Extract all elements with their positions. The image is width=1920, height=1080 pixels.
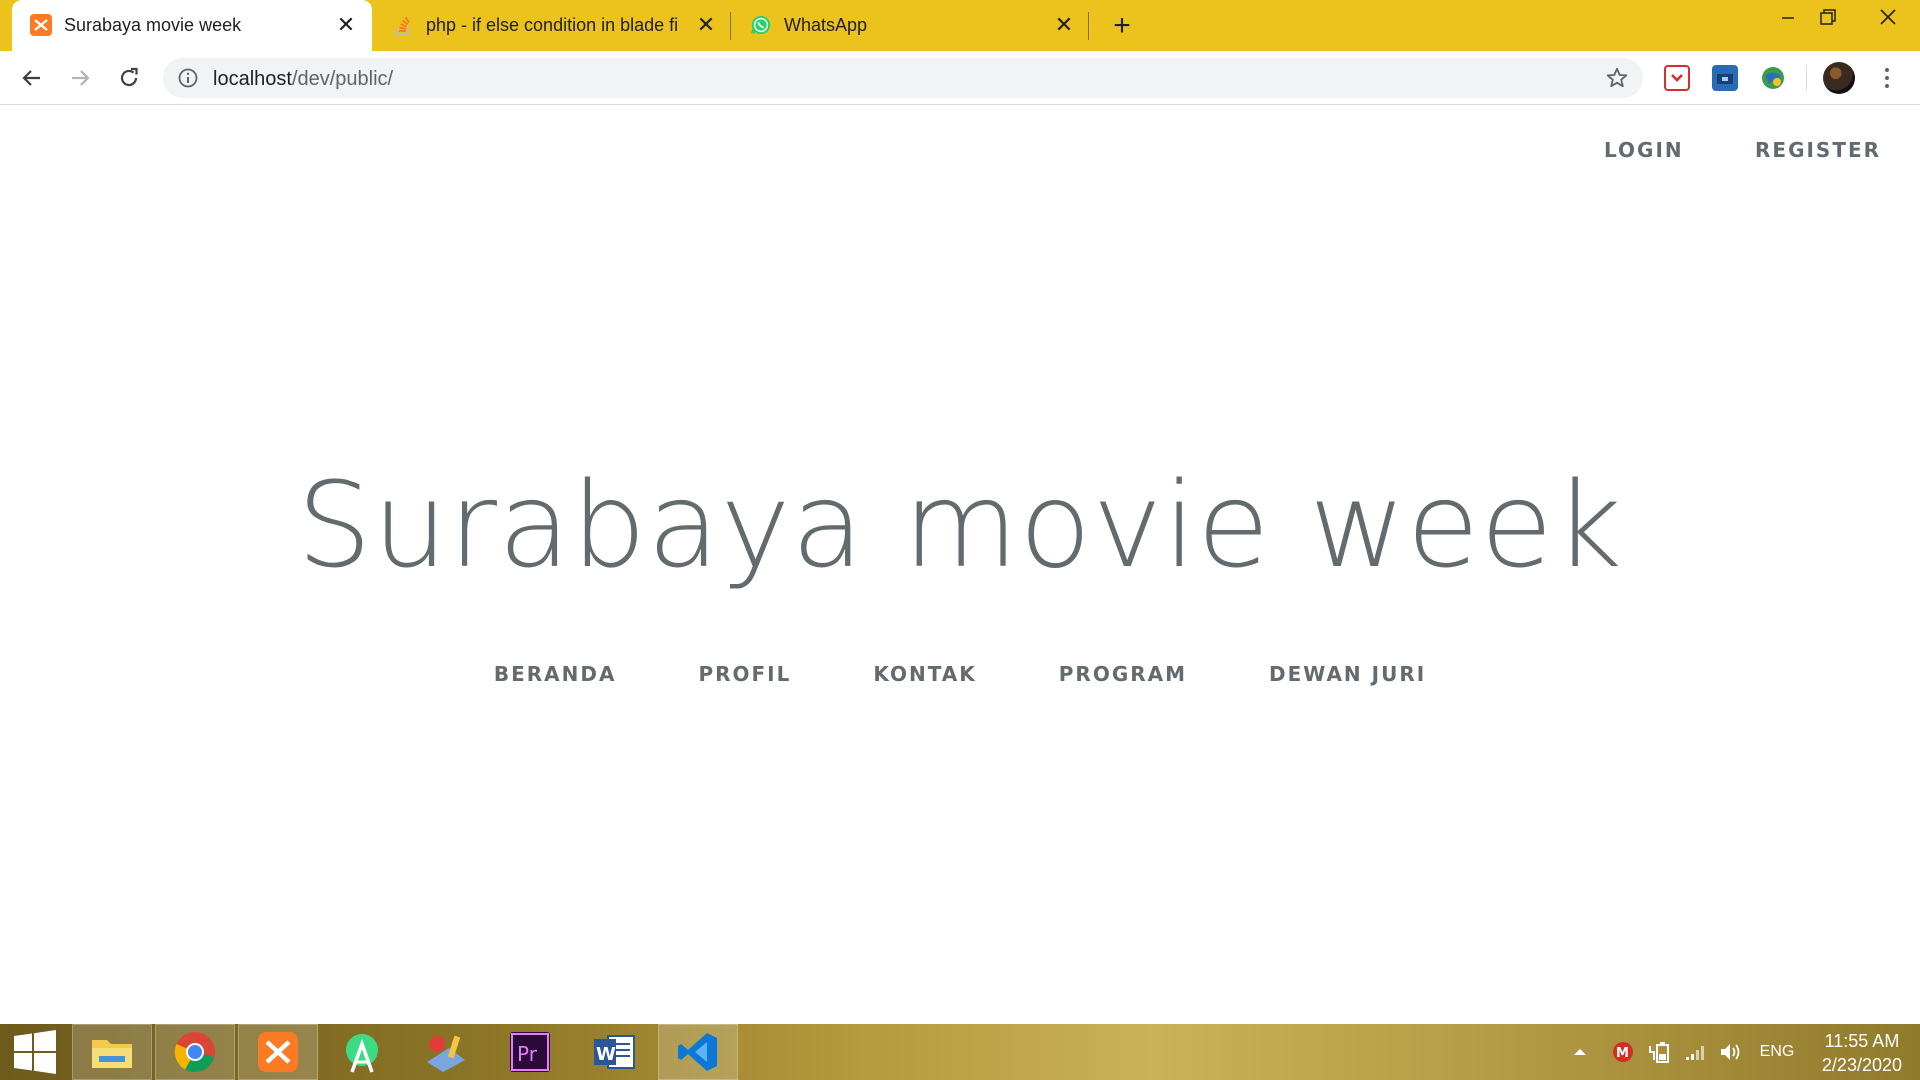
close-icon[interactable]: ✕ — [1052, 12, 1076, 37]
paint-icon[interactable] — [406, 1024, 486, 1080]
web-page: LOGIN REGISTER Surabaya movie week BERAN… — [0, 106, 1920, 1024]
login-link[interactable]: LOGIN — [1604, 138, 1684, 162]
url-path: /dev/public/ — [291, 68, 394, 90]
url-host: localhost — [213, 68, 292, 90]
vscode-icon[interactable] — [658, 1024, 738, 1080]
xampp-icon[interactable] — [238, 1024, 318, 1080]
register-link[interactable]: REGISTER — [1755, 138, 1881, 162]
battery-icon[interactable] — [1646, 1024, 1672, 1080]
taskbar-clock[interactable]: 11:55 AM 2/23/2020 — [1822, 1029, 1902, 1077]
tab-stackoverflow[interactable]: php - if else condition in blade fi ✕ — [374, 0, 730, 51]
tab-title: php - if else condition in blade fi — [426, 15, 679, 35]
close-icon[interactable]: ✕ — [694, 12, 718, 37]
windows-taskbar: Pr W M ENG 11:55 AM 2/23/2020 — [0, 1024, 1920, 1080]
tab-surabaya-movie-week[interactable]: Surabaya movie week ✕ — [12, 0, 372, 51]
browser-toolbar: localhost/dev/public/ — [0, 51, 1920, 105]
page-title: Surabaya movie week — [296, 456, 1624, 594]
clock-time: 11:55 AM — [1824, 1031, 1900, 1051]
globe-extension-icon[interactable] — [1760, 65, 1786, 91]
clock-date: 2/23/2020 — [1821, 1055, 1902, 1075]
close-icon[interactable]: ✕ — [334, 12, 358, 37]
window-close-icon[interactable] — [1856, 0, 1920, 34]
nav-link-kontak[interactable]: KONTAK — [873, 662, 976, 686]
menu-kebab-icon[interactable] — [1872, 63, 1902, 93]
network-signal-icon[interactable] — [1682, 1024, 1708, 1080]
nav-link-dewan-juri[interactable]: DEWAN JURI — [1269, 662, 1426, 686]
premiere-icon[interactable]: Pr — [490, 1024, 570, 1080]
reload-icon[interactable] — [112, 61, 146, 95]
start-icon[interactable] — [0, 1024, 70, 1080]
volume-icon[interactable] — [1716, 1024, 1744, 1080]
nav-link-profil[interactable]: PROFIL — [698, 662, 791, 686]
tab-title: Surabaya movie week — [64, 15, 242, 35]
info-icon[interactable] — [177, 67, 199, 89]
language-indicator[interactable]: ENG — [1752, 1024, 1802, 1080]
svg-text:M: M — [1616, 1046, 1629, 1061]
tab-separator — [730, 12, 731, 40]
address-url[interactable]: localhost/dev/public/ — [213, 68, 393, 91]
xampp-icon — [30, 14, 52, 36]
svg-text:Pr: Pr — [517, 1042, 538, 1066]
tray-overflow-icon[interactable] — [1570, 1024, 1590, 1080]
browser-title-bar: Surabaya movie week ✕ php - if else cond… — [0, 0, 1920, 51]
whatsapp-icon — [750, 14, 772, 36]
android-studio-icon[interactable] — [322, 1024, 402, 1080]
toolbar-divider — [1806, 65, 1807, 91]
word-icon[interactable]: W — [574, 1024, 654, 1080]
tab-separator — [1088, 12, 1089, 40]
nav-link-beranda[interactable]: BERANDA — [494, 662, 617, 686]
restore-icon[interactable] — [1802, 0, 1854, 34]
nav-link-program[interactable]: PROGRAM — [1059, 662, 1187, 686]
tab-whatsapp[interactable]: WhatsApp ✕ — [732, 0, 1088, 51]
forward-icon[interactable] — [63, 61, 97, 95]
stackoverflow-icon — [392, 14, 414, 36]
address-bar[interactable]: localhost/dev/public/ — [163, 58, 1643, 98]
profile-avatar[interactable] — [1823, 62, 1855, 94]
main-nav: BERANDA PROFIL KONTAK PROGRAM DEWAN JURI — [0, 662, 1920, 686]
tab-title: WhatsApp — [784, 15, 868, 35]
chrome-icon[interactable] — [155, 1024, 235, 1080]
antivirus-tray-icon[interactable]: M — [1610, 1024, 1636, 1080]
window-extension-icon[interactable] — [1712, 65, 1738, 91]
svg-text:W: W — [596, 1044, 616, 1065]
new-tab-button[interactable]: + — [1106, 9, 1138, 42]
bookmark-star-icon[interactable] — [1603, 64, 1631, 92]
back-icon[interactable] — [15, 61, 49, 95]
file-explorer-icon[interactable] — [72, 1024, 152, 1080]
pocket-extension-icon[interactable] — [1664, 65, 1690, 91]
